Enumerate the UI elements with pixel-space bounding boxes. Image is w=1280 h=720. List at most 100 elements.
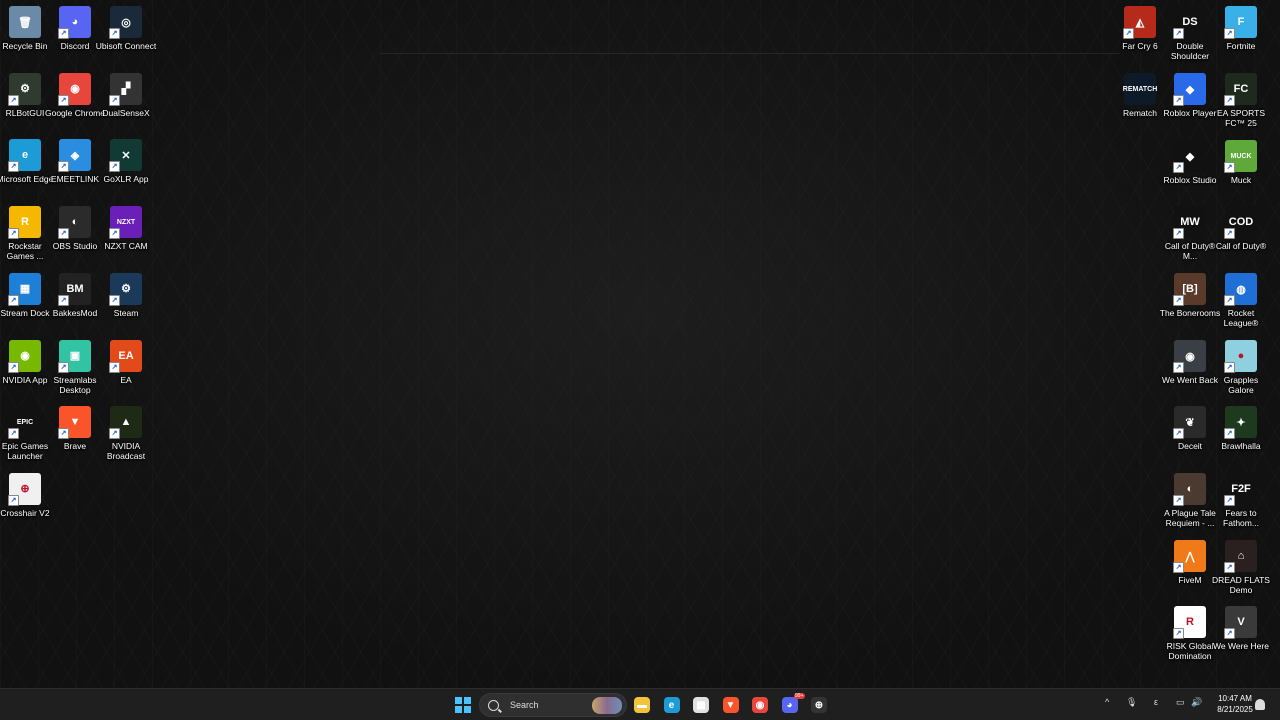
shortcut-arrow-icon: ↗	[1224, 628, 1235, 639]
desktop-shortcut-label: Rocket League®	[1223, 308, 1259, 328]
volume-icon[interactable]: 🔊	[1191, 697, 1202, 708]
desktop-shortcut[interactable]: F ↗ Fortnite	[1216, 2, 1266, 66]
windows-start-icon	[455, 697, 471, 713]
edge-icon: e	[663, 697, 680, 713]
desktop-shortcut-label: NVIDIA Broadcast	[106, 441, 146, 462]
obs-icon: ◐ ↗	[58, 206, 91, 240]
desktop-shortcut[interactable]: DS ↗ Double Shouldcer	[1165, 2, 1215, 66]
desktop-shortcut[interactable]: NZXT ↗ NZXT CAM	[101, 202, 151, 266]
desktop-shortcut[interactable]: ▲ ↗ NVIDIA Broadcast	[101, 402, 151, 466]
language-indicator[interactable]: ε	[1154, 697, 1158, 707]
desktop-shortcut[interactable]: ⌂ ↗ DREAD FLATS Demo	[1212, 536, 1270, 600]
crosshair-icon: ⊕	[811, 697, 827, 713]
desktop-shortcut[interactable]: ⊕ ↗ Crosshair V2	[0, 469, 50, 533]
brave-icon: ▼ ↗	[58, 406, 91, 440]
taskbar-app-chrome[interactable]: ◉	[748, 694, 772, 716]
desktop-shortcut[interactable]: ◍ ↗ Rocket League®	[1216, 269, 1266, 333]
shortcut-arrow-icon: ↗	[1224, 295, 1235, 306]
desktop-shortcut[interactable]: ● ↗ Grapples Galore	[1216, 336, 1266, 400]
desktop-shortcut[interactable]: EA ↗ EA	[101, 336, 151, 400]
desktop-shortcut[interactable]: ◈ ↗ EMEETLINK	[50, 135, 100, 199]
rlbot-icon: ⚙ ↗	[8, 72, 41, 106]
desktop-shortcut[interactable]: ◆ ↗ Roblox Studio	[1164, 136, 1216, 200]
start-button[interactable]	[451, 694, 475, 716]
desktop-shortcut[interactable]: F2F ↗ Fears to Fathom...	[1216, 469, 1266, 533]
recycle-bin-icon: 🗑	[9, 6, 41, 38]
desktop-shortcut[interactable]: FC ↗ EA SPORTS FC™ 25	[1216, 69, 1266, 133]
desktop-shortcut[interactable]: ▣ ↗ Streamlabs Desktop	[50, 336, 100, 400]
dread-flats-icon: ⌂ ↗	[1224, 540, 1257, 573]
microphone-icon[interactable]: 🎙	[1126, 697, 1137, 708]
shortcut-arrow-icon: ↗	[8, 228, 19, 240]
desktop-shortcut[interactable]: ◉ ↗ We Went Back	[1162, 336, 1218, 400]
taskbar-app-crosshair[interactable]: ⊕	[807, 694, 831, 716]
desktop-shortcut-label: Crosshair V2	[0, 507, 50, 518]
taskbar-app-microsoft-store[interactable]: ▦	[689, 694, 713, 716]
nvidia-app-icon: ◉ ↗	[8, 339, 41, 373]
epic-games-icon: EPIC ↗	[8, 406, 41, 440]
desktop-shortcut[interactable]: 🗑 Recycle Bin	[0, 2, 50, 66]
show-hidden-icons-chevron-icon[interactable]: ^	[1105, 697, 1109, 707]
shortcut-arrow-icon: ↗	[58, 228, 69, 240]
steam-icon: ⚙ ↗	[109, 272, 142, 306]
file-explorer-icon: ▬	[634, 697, 650, 713]
taskbar-app-discord[interactable]: ◕ 99+	[778, 693, 805, 716]
fears-to-fathom-icon: F2F ↗	[1224, 473, 1257, 506]
desktop-shortcut[interactable]: [B] ↗ The Bonerooms	[1160, 269, 1220, 333]
desktop-shortcut[interactable]: R ↗ RISK Global Domination	[1165, 602, 1215, 666]
desktop-shortcut[interactable]: COD ↗ Call of Duty®	[1216, 202, 1266, 266]
desktop-shortcut[interactable]: ⚙ ↗ RLBotGUI	[0, 69, 50, 133]
desktop-shortcut[interactable]: ⚙ ↗ Steam	[101, 269, 151, 333]
desktop-shortcut[interactable]: ◐ ↗ OBS Studio	[50, 202, 100, 266]
desktop-shortcut[interactable]: ✕ ↗ GoXLR App	[101, 135, 151, 199]
desktop-shortcut[interactable]: MUCK ↗ Muck	[1216, 136, 1266, 200]
desktop-shortcut-label: EA	[120, 374, 132, 385]
desktop-shortcut[interactable]: ▼ ↗ Brave	[50, 402, 100, 466]
desktop-shortcut[interactable]: ◉ ↗ NVIDIA App	[0, 336, 50, 400]
roblox-studio-icon: ◆ ↗	[1173, 140, 1206, 173]
edge-icon: e ↗	[8, 139, 41, 173]
desktop-shortcut-label: GoXLR App	[103, 174, 149, 185]
desktop-shortcut[interactable]: ▦ ↗ Stream Dock	[0, 269, 50, 333]
desktop-shortcut[interactable]: BM ↗ BakkesMod	[50, 269, 100, 333]
desktop-shortcut[interactable]: e ↗ Microsoft Edge	[0, 135, 53, 199]
notification-bell-icon[interactable]	[1255, 699, 1265, 710]
taskbar-app-edge[interactable]: e	[660, 694, 684, 716]
desktop-shortcut[interactable]: ◭ ↗ Far Cry 6	[1115, 2, 1165, 66]
desktop-shortcut[interactable]: ✦ ↗ Brawlhalla	[1216, 402, 1266, 466]
desktop-shortcut[interactable]: REMATCH Rematch	[1115, 69, 1165, 133]
desktop-shortcut[interactable]: V ↗ We Were Here	[1213, 602, 1269, 666]
shortcut-arrow-icon: ↗	[1224, 562, 1235, 573]
desktop-shortcut[interactable]: ▞ ↗ DualSenseX	[101, 69, 151, 133]
desktop-shortcut[interactable]: R ↗ Rockstar Games ...	[0, 202, 50, 266]
desktop-shortcut[interactable]: ◉ ↗ Google Chrome	[45, 69, 105, 133]
shortcut-arrow-icon: ↗	[109, 94, 120, 106]
network-icon[interactable]: ▭	[1176, 697, 1185, 708]
taskbar-app-file-explorer[interactable]: ▬	[630, 694, 654, 716]
shortcut-arrow-icon: ↗	[1173, 562, 1184, 573]
desktop-shortcut[interactable]: ⋀ ↗ FiveM	[1165, 536, 1215, 600]
shortcut-arrow-icon: ↗	[58, 161, 69, 173]
desktop-shortcut[interactable]: MW ↗ Call of Duty® M...	[1165, 202, 1215, 266]
desktop-shortcut[interactable]: ❦ ↗ Deceit	[1165, 402, 1215, 466]
muck-icon: MUCK ↗	[1224, 140, 1257, 173]
rockstar-icon: R ↗	[8, 206, 41, 240]
desktop-shortcut[interactable]: ◕ ↗ Discord	[50, 2, 100, 66]
desktop-shortcut[interactable]: ◆ ↗ Roblox Player	[1164, 69, 1216, 133]
shortcut-arrow-icon: ↗	[1173, 428, 1184, 439]
taskbar-app-brave[interactable]: ▼	[719, 694, 743, 716]
shortcut-arrow-icon: ↗	[1224, 162, 1235, 173]
roblox-player-icon: ◆ ↗	[1173, 73, 1206, 106]
desktop-shortcut[interactable]: ◐ ↗ A Plague Tale Requiem - ...	[1164, 469, 1216, 533]
desktop-shortcut-label: DualSenseX	[102, 107, 150, 118]
desktop-shortcut-label: Fortnite	[1226, 41, 1256, 51]
nzxt-icon: NZXT ↗	[109, 206, 142, 240]
desktop-shortcut[interactable]: ◎ ↗ Ubisoft Connect	[96, 2, 156, 66]
taskbar-clock[interactable]: 10:47 AM 8/21/2025	[1210, 693, 1260, 715]
shortcut-arrow-icon: ↗	[58, 94, 69, 106]
shortcut-arrow-icon: ↗	[8, 494, 19, 506]
desktop-shortcut[interactable]: EPIC ↗ Epic Games Launcher	[0, 402, 50, 466]
fivem-icon: ⋀ ↗	[1173, 540, 1206, 573]
taskbar-search-box[interactable]: Search	[479, 693, 627, 717]
search-highlight-image	[592, 697, 622, 714]
